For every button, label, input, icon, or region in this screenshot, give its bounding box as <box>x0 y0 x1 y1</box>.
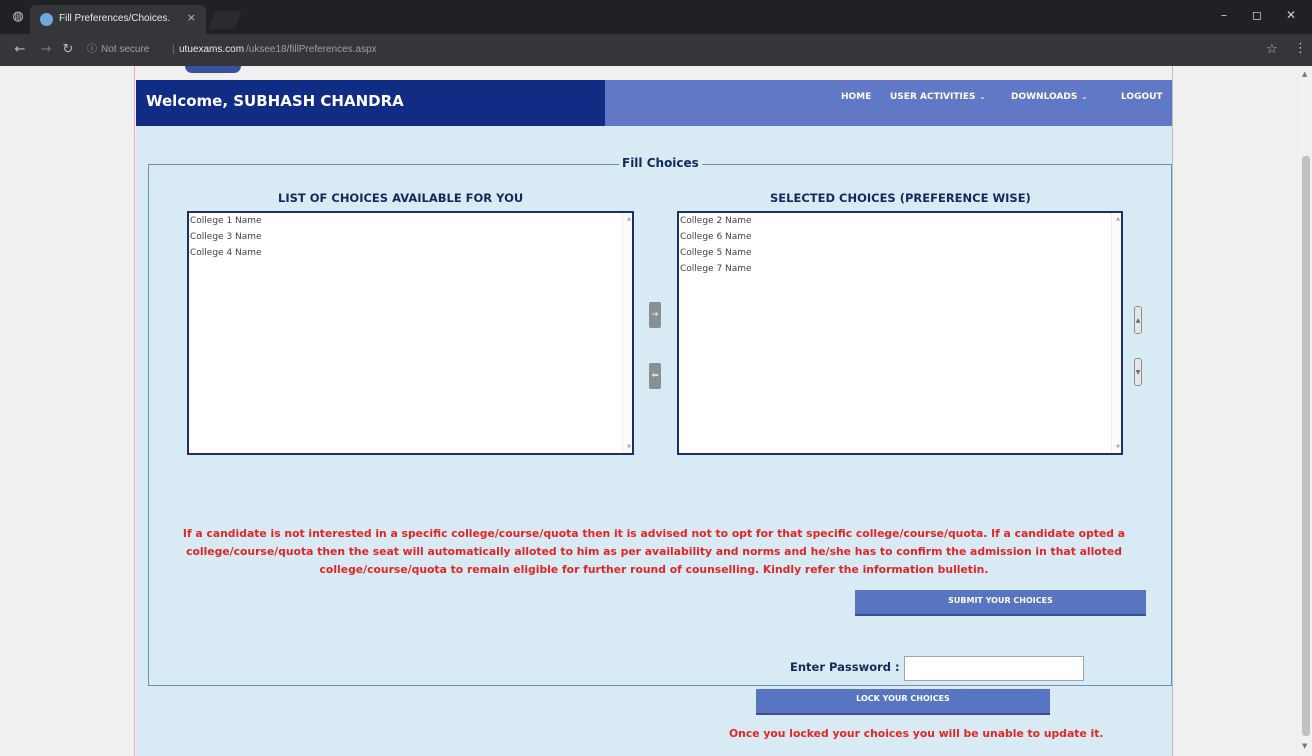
password-field[interactable] <box>904 656 1084 681</box>
page-edge-line <box>134 66 135 756</box>
browser-tabstrip: ◍ Fill Preferences/Choices. × – ◻ ✕ <box>0 0 1312 34</box>
password-label: Enter Password : <box>790 660 900 674</box>
nav-logout[interactable]: LOGOUT <box>1121 92 1163 102</box>
main-nav: HOME USER ACTIVITIES ⌄ DOWNLOADS ⌄ LOGOUT <box>605 80 1172 126</box>
list-item[interactable]: College 6 Name <box>679 229 1121 245</box>
nav-home[interactable]: HOME <box>841 92 871 102</box>
url-path: /uksee18/fillPreferences.aspx <box>246 44 377 55</box>
arrow-right-icon: ➔ <box>651 310 659 320</box>
maximize-icon[interactable]: ◻ <box>1247 8 1267 22</box>
tab-close-icon[interactable]: × <box>187 11 196 24</box>
reload-icon[interactable]: ↻ <box>60 42 76 57</box>
list-item[interactable]: College 4 Name <box>189 245 632 261</box>
move-down-button[interactable]: ▼ <box>1134 358 1142 386</box>
site-favicon-icon <box>40 13 53 26</box>
url-domain: utuexams.com <box>179 44 245 55</box>
lock-choices-button[interactable]: LOCK YOUR CHOICES <box>756 689 1050 715</box>
minimize-icon[interactable]: – <box>1214 8 1234 22</box>
chevron-down-icon: ⌄ <box>979 93 986 101</box>
submit-choices-button[interactable]: SUBMIT YOUR CHOICES <box>855 590 1146 616</box>
available-choices-heading: LIST OF CHOICES AVAILABLE FOR YOU <box>278 191 524 205</box>
site-logo-fragment <box>185 66 241 73</box>
scroll-up-icon[interactable]: ▲ <box>1116 216 1120 222</box>
list-item[interactable]: College 2 Name <box>679 213 1121 229</box>
move-right-button[interactable]: ➔ <box>649 302 661 328</box>
scroll-thumb[interactable] <box>1302 156 1310 736</box>
scroll-up-icon[interactable]: ▲ <box>1302 70 1307 78</box>
move-up-icon: ▲ <box>1135 317 1141 324</box>
nav-downloads[interactable]: DOWNLOADS ⌄ <box>1011 92 1087 102</box>
page-right-edge <box>1172 66 1173 756</box>
site-header: Welcome, SUBHASH CHANDRA HOME USER ACTIV… <box>136 80 1172 126</box>
scroll-down-icon[interactable]: ▼ <box>1116 444 1120 450</box>
nav-user-activities-label: USER ACTIVITIES <box>890 92 976 102</box>
browser-tab[interactable]: Fill Preferences/Choices. × <box>30 5 206 34</box>
chevron-down-icon: ⌄ <box>1081 93 1088 101</box>
scroll-down-icon[interactable]: ▼ <box>1302 742 1307 750</box>
forward-arrow-icon[interactable]: → <box>38 42 54 57</box>
listbox-scrollbar[interactable]: ▲ ▼ <box>1111 213 1121 453</box>
bookmark-star-icon[interactable]: ☆ <box>1266 42 1278 57</box>
move-left-button[interactable]: ⬅ <box>649 363 661 389</box>
selected-choices-list[interactable]: College 2 Name College 6 Name College 5 … <box>677 211 1123 455</box>
list-item[interactable]: College 1 Name <box>189 213 632 229</box>
lock-warning-text: Once you locked your choices you will be… <box>729 727 1104 740</box>
info-icon[interactable]: ⓘ <box>87 39 97 61</box>
incognito-icon: ◍ <box>12 9 24 24</box>
browser-menu-icon[interactable]: ⋮ <box>1294 41 1307 56</box>
browser-toolbar: ← → ↻ ⓘ Not secure | utuexams.com /uksee… <box>0 34 1312 66</box>
security-label: Not secure <box>101 44 150 55</box>
warning-notice: If a candidate is not interested in a sp… <box>182 527 1126 576</box>
available-choices-list[interactable]: College 1 Name College 3 Name College 4 … <box>187 211 634 455</box>
tab-title: Fill Preferences/Choices. <box>59 13 171 24</box>
close-window-icon[interactable]: ✕ <box>1281 8 1301 22</box>
fieldset-legend: Fill Choices <box>619 156 702 170</box>
list-item[interactable]: College 3 Name <box>189 229 632 245</box>
move-down-icon: ▼ <box>1135 369 1141 376</box>
listbox-scrollbar[interactable]: ▲ ▼ <box>622 213 632 453</box>
nav-downloads-label: DOWNLOADS <box>1011 92 1078 102</box>
content-area: Fill Choices LIST OF CHOICES AVAILABLE F… <box>136 126 1172 756</box>
selected-choices-heading: SELECTED CHOICES (PREFERENCE WISE) <box>770 191 1031 205</box>
back-arrow-icon[interactable]: ← <box>12 42 28 57</box>
arrow-left-icon: ⬅ <box>651 371 659 381</box>
page-scrollbar[interactable]: ▲ ▼ <box>1300 66 1312 756</box>
page-viewport: Welcome, SUBHASH CHANDRA HOME USER ACTIV… <box>0 66 1300 756</box>
list-item[interactable]: College 5 Name <box>679 245 1121 261</box>
scroll-down-icon[interactable]: ▼ <box>627 444 631 450</box>
address-bar[interactable]: ⓘ Not secure | utuexams.com /uksee18/fil… <box>83 39 1296 61</box>
list-item[interactable]: College 7 Name <box>679 261 1121 277</box>
welcome-text: Welcome, SUBHASH CHANDRA <box>146 92 404 110</box>
scroll-up-icon[interactable]: ▲ <box>627 216 631 222</box>
url-separator: | <box>172 44 175 55</box>
nav-user-activities[interactable]: USER ACTIVITIES ⌄ <box>890 92 985 102</box>
move-up-button[interactable]: ▲ <box>1134 306 1142 334</box>
new-tab-button[interactable] <box>208 11 242 29</box>
